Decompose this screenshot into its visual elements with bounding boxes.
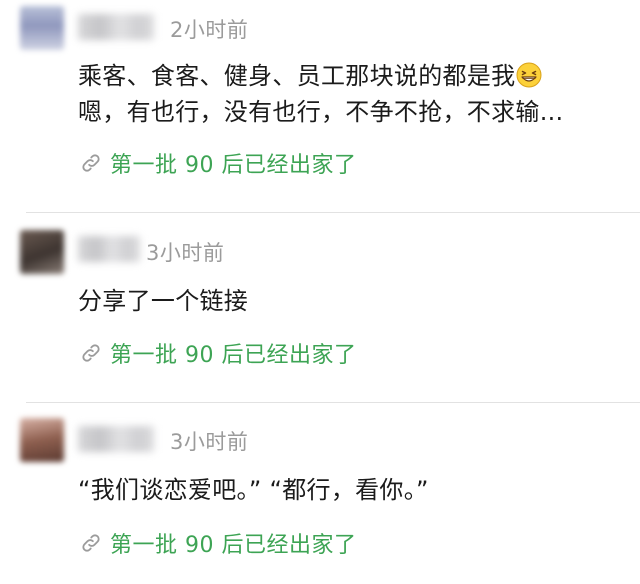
shared-link[interactable]: 第一批 90 后已经出家了 (80, 148, 356, 178)
grinning-emoji-icon (516, 62, 542, 88)
watermark: 京华手游网 (516, 554, 632, 580)
username-blurred[interactable] (78, 236, 140, 262)
avatar[interactable] (20, 230, 64, 274)
comment-timestamp: 3小时前 (170, 430, 249, 454)
divider (26, 212, 640, 213)
link-title[interactable]: 第一批 90 后已经出家了 (110, 527, 356, 559)
link-title[interactable]: 第一批 90 后已经出家了 (110, 147, 356, 179)
divider (26, 402, 640, 403)
comment-text: 乘客、食客、健身、员工那块说的都是我 (78, 62, 516, 90)
comment-text: “我们谈恋爱吧。” “都行，看你。” (78, 476, 429, 504)
link-icon (82, 154, 100, 172)
comment-feed: 2小时前 乘客、食客、健身、员工那块说的都是我 嗯，有也行，没有也行，不争不抢，… (0, 0, 640, 584)
shared-link[interactable]: 第一批 90 后已经出家了 (80, 528, 356, 558)
link-icon (82, 534, 100, 552)
link-title[interactable]: 第一批 90 后已经出家了 (110, 337, 356, 369)
comment-text: 分享了一个链接 (78, 287, 249, 315)
username-blurred[interactable] (78, 426, 154, 452)
comment-timestamp: 3小时前 (146, 241, 225, 265)
comment-text: 嗯，有也行，没有也行，不争不抢，不求输... (78, 98, 564, 126)
shared-link[interactable]: 第一批 90 后已经出家了 (80, 338, 356, 368)
avatar[interactable] (20, 418, 64, 462)
link-icon (82, 344, 100, 362)
username-blurred[interactable] (78, 14, 154, 40)
comment-text-line: 乘客、食客、健身、员工那块说的都是我 (78, 58, 542, 94)
comment-timestamp: 2小时前 (170, 18, 249, 42)
avatar[interactable] (20, 6, 64, 50)
